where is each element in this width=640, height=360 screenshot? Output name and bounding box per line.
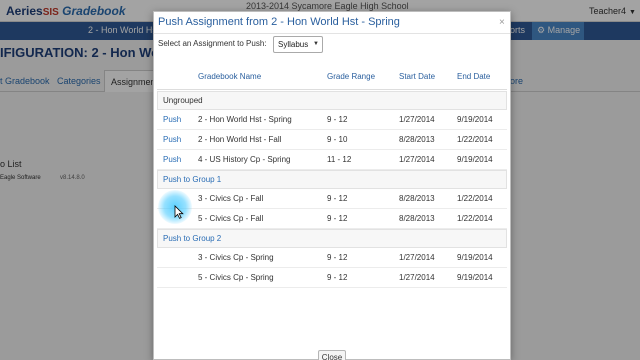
start-date: 1/27/2014	[399, 115, 435, 124]
assignment-select-label: Select an Assignment to Push:	[158, 39, 267, 48]
start-date: 8/28/2013	[399, 214, 435, 223]
gradebook-name: 5 - Civics Cp - Spring	[198, 273, 274, 282]
start-date: 1/27/2014	[399, 155, 435, 164]
end-date: 9/19/2014	[457, 253, 493, 262]
table-row: 5 - Civics Cp - Spring 9 - 12 1/27/2014 …	[157, 268, 507, 288]
assignment-select[interactable]: Syllabus ▼	[273, 36, 323, 53]
table-header: Gradebook Name Grade Range Start Date En…	[157, 70, 507, 90]
dialog-title: Push Assignment from 2 - Hon World Hst -…	[158, 16, 400, 28]
table-row: Push 4 - US History Cp - Spring 11 - 12 …	[157, 150, 507, 170]
group-label: Push to Group 2	[163, 234, 222, 243]
close-icon[interactable]: ×	[499, 17, 505, 28]
end-date: 1/22/2014	[457, 135, 493, 144]
grade-range: 9 - 12	[327, 273, 348, 282]
dialog-header: Push Assignment from 2 - Hon World Hst -…	[154, 12, 510, 34]
gradebook-name: 2 - Hon World Hst - Fall	[198, 135, 282, 144]
table-row: 3 - Civics Cp - Fall 9 - 12 8/28/2013 1/…	[157, 189, 507, 209]
group-label: Push to Group 1	[163, 175, 222, 184]
table-row: 3 - Civics Cp - Spring 9 - 12 1/27/2014 …	[157, 248, 507, 268]
end-date: 1/22/2014	[457, 214, 493, 223]
column-grade-range: Grade Range	[327, 72, 376, 81]
end-date: 9/19/2014	[457, 115, 493, 124]
start-date: 1/27/2014	[399, 253, 435, 262]
push-link[interactable]: Push	[163, 135, 181, 144]
column-end-date: End Date	[457, 72, 491, 81]
push-link[interactable]: Push	[163, 155, 181, 164]
gradebook-name: 2 - Hon World Hst - Spring	[198, 115, 292, 124]
table-row: Push 2 - Hon World Hst - Fall 9 - 10 8/2…	[157, 130, 507, 150]
start-date: 1/27/2014	[399, 273, 435, 282]
grade-range: 9 - 12	[327, 194, 348, 203]
close-button[interactable]: Close	[318, 350, 346, 360]
start-date: 8/28/2013	[399, 135, 435, 144]
gradebook-name: 3 - Civics Cp - Spring	[198, 253, 274, 262]
column-gradebook-name: Gradebook Name	[198, 72, 262, 81]
gradebook-name: 4 - US History Cp - Spring	[198, 155, 291, 164]
end-date: 1/22/2014	[457, 194, 493, 203]
push-to-group-1-link[interactable]: Push to Group 1	[157, 170, 507, 189]
end-date: 9/19/2014	[457, 273, 493, 282]
assignment-select-value: Syllabus	[278, 40, 309, 49]
start-date: 8/28/2013	[399, 194, 435, 203]
column-start-date: Start Date	[399, 72, 436, 81]
push-link[interactable]: Push	[163, 115, 181, 124]
group-header-ungrouped: Ungrouped	[157, 91, 507, 110]
grade-range: 9 - 12	[327, 214, 348, 223]
gradebook-name: 5 - Civics Cp - Fall	[198, 214, 264, 223]
table-row: Push 2 - Hon World Hst - Spring 9 - 12 1…	[157, 110, 507, 130]
grade-range: 11 - 12	[327, 155, 352, 164]
end-date: 9/19/2014	[457, 155, 493, 164]
push-assignment-dialog: Push Assignment from 2 - Hon World Hst -…	[153, 11, 511, 360]
chevron-down-icon: ▼	[313, 41, 319, 47]
gradebook-name: 3 - Civics Cp - Fall	[198, 194, 264, 203]
table-row: 5 - Civics Cp - Fall 9 - 12 8/28/2013 1/…	[157, 209, 507, 229]
group-label: Ungrouped	[163, 96, 203, 105]
push-to-group-2-link[interactable]: Push to Group 2	[157, 229, 507, 248]
grade-range: 9 - 10	[327, 135, 348, 144]
mouse-cursor-icon	[174, 205, 184, 219]
grade-range: 9 - 12	[327, 115, 348, 124]
grade-range: 9 - 12	[327, 253, 348, 262]
